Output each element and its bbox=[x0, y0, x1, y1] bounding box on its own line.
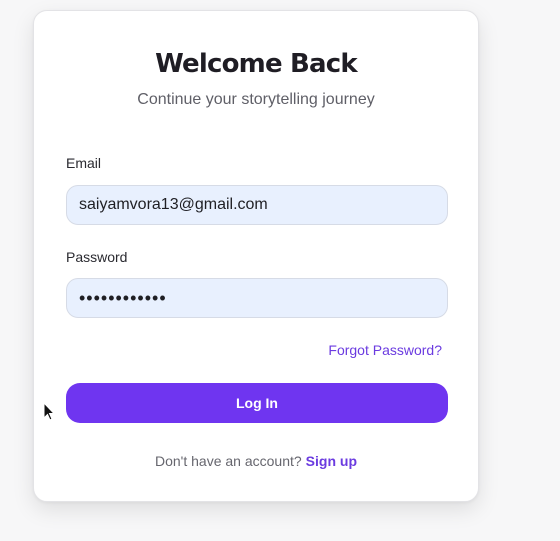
email-field[interactable]: saiyamvora13@gmail.com bbox=[66, 185, 448, 225]
email-label: Email bbox=[66, 155, 102, 171]
page-subtitle: Continue your storytelling journey bbox=[137, 91, 375, 108]
page-title: Welcome Back bbox=[155, 49, 358, 79]
signup-link[interactable]: Sign up bbox=[306, 453, 357, 469]
login-button[interactable]: Log In bbox=[66, 383, 448, 423]
mouse-pointer-icon bbox=[43, 402, 55, 421]
forgot-password-link[interactable]: Forgot Password? bbox=[328, 342, 442, 358]
password-label: Password bbox=[66, 249, 128, 265]
login-card: Welcome Back Continue your storytelling … bbox=[33, 10, 479, 502]
password-field[interactable]: •••••••••••• bbox=[66, 278, 448, 318]
signup-row: Don't have an account? Sign up bbox=[34, 453, 478, 469]
signup-prompt: Don't have an account? bbox=[155, 453, 302, 469]
login-page: Welcome Back Continue your storytelling … bbox=[0, 0, 560, 541]
